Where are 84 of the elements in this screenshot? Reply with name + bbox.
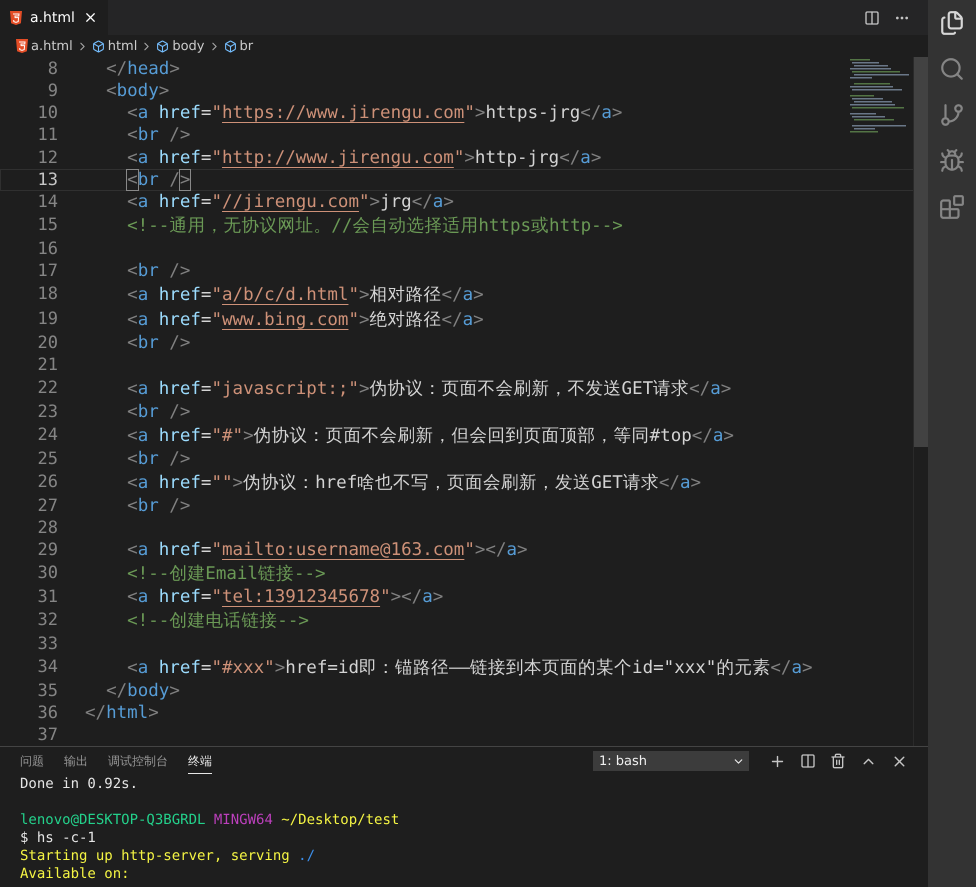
line-number: 23 <box>36 402 58 422</box>
terminal-line: Available on: <box>20 866 130 882</box>
breadcrumb-item[interactable]: br <box>240 38 254 54</box>
code-line: <a href="//jirengu.com">jrg</a> <box>126 192 454 212</box>
line-number: 11 <box>36 125 58 146</box>
code-line: </html> <box>85 702 159 723</box>
code-line: <body> <box>105 81 170 102</box>
terminal-line: lenovo@DESKTOP-Q3BGRDL MINGW64 ~/Desktop/test <box>20 812 400 828</box>
code-line: <br /> <box>126 448 190 469</box>
line-number: 15 <box>36 215 58 236</box>
split-editor-icon[interactable] <box>864 10 880 26</box>
code-line: <a href="">伪协议：href啥也不写，页面会刷新，发送GET请求</a> <box>126 472 702 494</box>
html-file-icon <box>10 10 22 24</box>
line-number: 21 <box>36 354 58 375</box>
line-number: 22 <box>36 378 58 398</box>
code-line: <br /> <box>126 260 190 281</box>
code-line: <br /> <box>126 332 190 353</box>
panel-tab[interactable]: 调试控制台 <box>108 748 168 774</box>
line-number: 37 <box>36 725 58 746</box>
line-number: 19 <box>36 309 58 330</box>
line-number: 30 <box>36 563 58 584</box>
search-icon[interactable] <box>939 56 965 82</box>
code-line: <a href="https://www.jirengu.com">https-jrg</a> <box>126 103 622 124</box>
line-number: 31 <box>36 586 58 607</box>
code-line: <a href="www.bing.com">绝对路径</a> <box>126 309 484 332</box>
line-number: 32 <box>36 610 58 630</box>
code-line: <!--通用，无协议网址。//会自动选择适用https或http--> <box>126 215 623 238</box>
code-line: <a href="mailto:username@163.com"></a> <box>126 540 528 560</box>
line-number: 12 <box>36 148 58 168</box>
line-number: 36 <box>36 702 58 723</box>
files-icon[interactable] <box>939 10 965 36</box>
bug-icon[interactable] <box>939 148 965 174</box>
terminal-line: Done in 0.92s. <box>20 776 138 792</box>
code-line: <a href="http://www.jirengu.com">http-jrg</a> <box>126 148 602 168</box>
code-line: <br /> <box>126 402 190 422</box>
line-number: 9 <box>46 81 58 102</box>
line-number: 18 <box>36 284 58 304</box>
cube-icon <box>156 40 170 52</box>
code-line: <a href="#">伪协议：页面不会刷新，但会回到页面顶部，等同#top</a> <box>126 425 734 448</box>
line-number: 33 <box>36 634 58 654</box>
line-number: 26 <box>36 472 58 492</box>
line-number: 16 <box>36 238 58 259</box>
cube-icon <box>224 40 236 52</box>
breadcrumb-item[interactable]: body <box>172 38 204 54</box>
line-number: 13 <box>36 170 58 190</box>
breadcrumb-item[interactable]: html <box>108 38 138 54</box>
terminal-line: $ hs -c-1 <box>20 830 96 846</box>
line-number: 25 <box>36 448 58 469</box>
code-line: <a href="#xxx">href=id即：锚路径——链接到本页面的某个id="xxx"的元素</a> <box>126 657 813 680</box>
line-number: 10 <box>36 103 58 124</box>
branch-icon[interactable] <box>939 102 965 128</box>
line-number: 8 <box>46 59 58 80</box>
line-number: 27 <box>36 496 58 516</box>
code-line: <!--创建Email链接--> <box>126 563 326 586</box>
code-line: <br /> <box>126 496 190 516</box>
cube-icon <box>92 40 105 52</box>
line-number: 34 <box>36 657 58 678</box>
terminal-line: Starting up http-server, serving ./ <box>20 848 316 864</box>
line-number: 14 <box>36 192 58 212</box>
scrollbar[interactable] <box>913 57 928 746</box>
line-number: 20 <box>36 332 58 353</box>
code-line: </body> <box>105 680 180 701</box>
code-line: <a href="a/b/c/d.html">相对路径</a> <box>126 284 484 306</box>
panel-tab[interactable]: 输出 <box>64 748 88 774</box>
extensions-icon[interactable] <box>939 194 965 220</box>
line-number: 17 <box>36 260 58 281</box>
editor-tab[interactable]: a.html <box>0 0 108 35</box>
line-number: 35 <box>36 680 58 701</box>
code-line: <br /> <box>126 170 190 190</box>
split-terminal-icon[interactable] <box>800 753 816 769</box>
line-number: 24 <box>36 425 58 446</box>
panel-tab[interactable]: 问题 <box>20 748 44 774</box>
panel-tab[interactable]: 终端 <box>188 748 212 774</box>
line-number: 29 <box>36 540 58 560</box>
code-line: </head> <box>105 59 180 80</box>
html-file-icon <box>16 39 28 53</box>
code-line: <a href="javascript:;">伪协议：页面不会刷新，不发送GET请求</a> <box>126 378 732 400</box>
code-line: <br /> <box>126 125 190 146</box>
terminal-select[interactable]: 1: bash <box>593 751 749 771</box>
line-number: 28 <box>36 518 58 538</box>
code-line: <a href="tel:13912345678"></a> <box>126 586 444 607</box>
trash-icon[interactable] <box>830 753 846 769</box>
code-line: <!--创建电话链接--> <box>126 610 309 632</box>
breadcrumb-item[interactable]: a.html <box>31 38 73 54</box>
